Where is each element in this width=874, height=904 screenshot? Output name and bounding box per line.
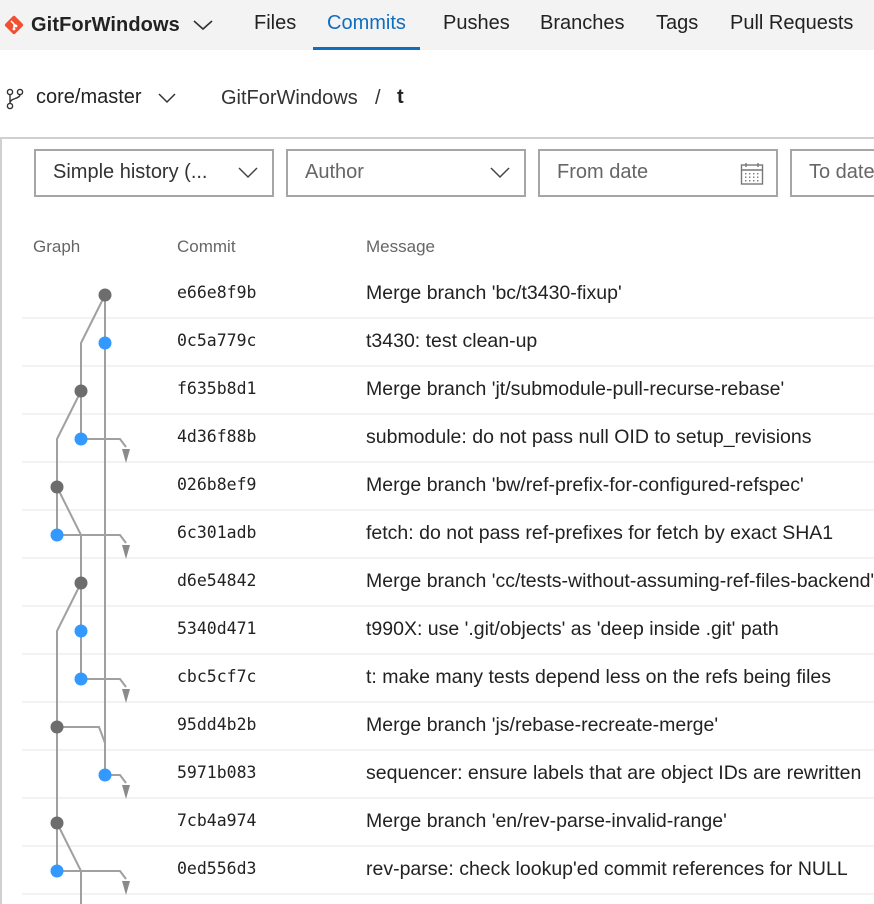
breadcrumb-current-folder: t — [397, 86, 404, 108]
commit-row[interactable]: f635b8d1 Merge branch 'jt/submodule-pull-… — [22, 367, 874, 415]
commit-sha[interactable]: cbc5cf7c — [177, 667, 256, 686]
commit-message[interactable]: Merge branch 'bw/ref-prefix-for-configur… — [366, 474, 804, 497]
commit-sha[interactable]: f635b8d1 — [177, 379, 256, 398]
branch-name: core/master — [36, 86, 142, 108]
from-date-picker[interactable]: From date — [538, 149, 778, 197]
top-nav-bar: GitForWindows Files Commits Pushes Branc… — [0, 0, 874, 50]
commit-row[interactable]: 0ed556d3 rev-parse: check lookup'ed commi… — [22, 847, 874, 895]
commit-row[interactable]: 4d36f88b submodule: do not pass null OID … — [22, 415, 874, 463]
chevron-down-icon — [238, 167, 258, 179]
commit-message[interactable]: t990X: use '.git/objects' as 'deep insid… — [366, 618, 779, 641]
branch-bar: core/master GitForWindows / t — [0, 82, 874, 118]
tab-tags[interactable]: Tags — [656, 0, 698, 50]
commit-row[interactable]: 7cb4a974 Merge branch 'en/rev-parse-inval… — [22, 799, 874, 847]
commit-message[interactable]: Merge branch 'bc/t3430-fixup' — [366, 282, 622, 305]
column-header-message[interactable]: Message — [366, 237, 435, 257]
commit-sha[interactable]: 026b8ef9 — [177, 475, 256, 494]
history-mode-value: Simple history (... — [53, 161, 208, 183]
commit-message[interactable]: t3430: test clean-up — [366, 330, 537, 353]
commit-sha[interactable]: 6c301adb — [177, 523, 256, 542]
commit-message[interactable]: Merge branch 'js/rebase-recreate-merge' — [366, 714, 718, 737]
commit-sha[interactable]: 5971b083 — [177, 763, 256, 782]
tab-commits[interactable]: Commits — [313, 0, 420, 50]
commit-row[interactable]: 5971b083 sequencer: ensure labels that ar… — [22, 751, 874, 799]
commit-sha[interactable]: 0c5a779c — [177, 331, 256, 350]
commit-row[interactable]: 6c301adb fetch: do not pass ref-prefixes … — [22, 511, 874, 559]
to-date-placeholder: To date — [809, 161, 874, 183]
chevron-down-icon — [158, 93, 176, 104]
breadcrumb-separator: / — [375, 87, 381, 109]
commit-sha[interactable]: 4d36f88b — [177, 427, 256, 446]
commit-sha[interactable]: d6e54842 — [177, 571, 256, 590]
commit-message[interactable]: Merge branch 'jt/submodule-pull-recurse-… — [366, 378, 784, 401]
tab-pushes[interactable]: Pushes — [443, 0, 510, 50]
column-header-graph: Graph — [33, 237, 81, 256]
author-placeholder: Author — [305, 161, 364, 183]
repo-selector[interactable]: GitForWindows — [0, 0, 214, 50]
commit-row[interactable]: 0c5a779c t3430: test clean-up — [22, 319, 874, 367]
commit-message[interactable]: rev-parse: check lookup'ed commit refere… — [366, 858, 848, 881]
tab-files[interactable]: Files — [254, 0, 296, 50]
history-mode-dropdown[interactable]: Simple history (... — [34, 149, 274, 197]
commit-row[interactable]: 95dd4b2b Merge branch 'js/rebase-recreate… — [22, 703, 874, 751]
repo-name: GitForWindows — [31, 13, 180, 36]
commit-message[interactable]: fetch: do not pass ref-prefixes for fetc… — [366, 522, 833, 545]
commit-message[interactable]: t: make many tests depend less on the re… — [366, 666, 831, 689]
commit-sha[interactable]: 5340d471 — [177, 619, 256, 638]
branch-icon — [6, 88, 24, 110]
git-logo-icon — [4, 15, 24, 35]
commit-sha[interactable]: e66e8f9b — [177, 283, 256, 302]
commit-sha[interactable]: 7cb4a974 — [177, 811, 256, 830]
commit-row[interactable]: cbc5cf7c t: make many tests depend less o… — [22, 655, 874, 703]
to-date-picker[interactable]: To date — [790, 149, 874, 197]
commit-sha[interactable]: 0ed556d3 — [177, 859, 256, 878]
commit-row[interactable]: d6e54842 Merge branch 'cc/tests-without-a… — [22, 559, 874, 607]
commit-message[interactable]: Merge branch 'en/rev-parse-invalid-range… — [366, 810, 727, 833]
from-date-placeholder: From date — [557, 161, 649, 183]
commit-message[interactable]: Merge branch 'cc/tests-without-assuming-… — [366, 570, 874, 593]
chevron-down-icon — [193, 20, 213, 31]
commit-message[interactable]: sequencer: ensure labels that are object… — [366, 762, 861, 785]
commit-sha[interactable]: 95dd4b2b — [177, 715, 256, 734]
breadcrumb-repo[interactable]: GitForWindows — [221, 87, 358, 110]
commit-row[interactable]: e66e8f9b Merge branch 'bc/t3430-fixup' — [22, 271, 874, 319]
chevron-down-icon — [490, 167, 510, 179]
author-dropdown[interactable]: Author — [286, 149, 526, 197]
calendar-icon[interactable] — [740, 162, 764, 186]
commit-row[interactable]: 026b8ef9 Merge branch 'bw/ref-prefix-for-… — [22, 463, 874, 511]
tab-pull-requests[interactable]: Pull Requests — [730, 0, 853, 50]
tab-branches[interactable]: Branches — [540, 0, 625, 50]
column-header-commit[interactable]: Commit — [177, 237, 236, 257]
commit-row[interactable]: 5340d471 t990X: use '.git/objects' as 'de… — [22, 607, 874, 655]
commit-message[interactable]: submodule: do not pass null OID to setup… — [366, 426, 812, 449]
